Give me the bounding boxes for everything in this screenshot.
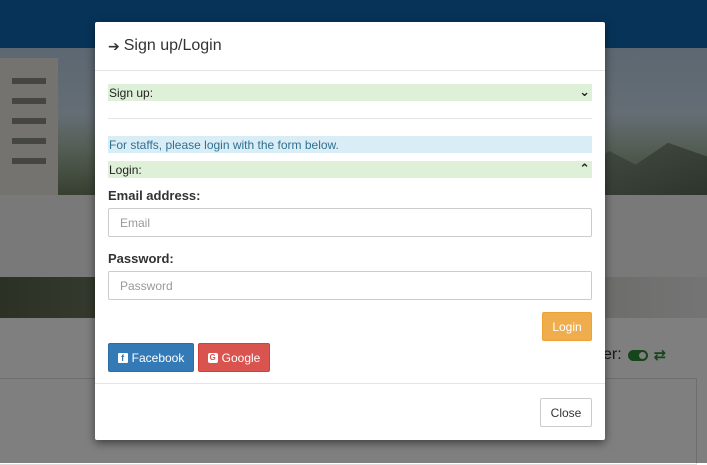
staff-notice-text: For staffs, please login with the form b…	[109, 137, 339, 152]
facebook-login-button[interactable]: f Facebook	[108, 343, 194, 372]
password-field[interactable]	[108, 271, 592, 300]
password-label: Password:	[108, 251, 174, 266]
login-modal: ➔ Sign up/Login Sign up: ⌄ For staffs, p…	[95, 22, 605, 440]
facebook-icon: f	[117, 352, 128, 363]
email-label: Email address:	[108, 188, 201, 203]
login-header-label: Login:	[109, 162, 142, 177]
section-divider	[108, 118, 592, 119]
modal-title: Sign up/Login	[123, 37, 222, 54]
staff-notice: For staffs, please login with the form b…	[108, 136, 592, 153]
signup-header-label: Sign up:	[109, 85, 154, 100]
login-button[interactable]: Login	[542, 312, 592, 341]
facebook-button-label: Facebook	[131, 350, 185, 365]
chevron-down-icon[interactable]: ⌄	[579, 84, 590, 100]
signup-section-header[interactable]: Sign up: ⌄	[108, 84, 592, 101]
google-login-button[interactable]: G Google	[198, 343, 270, 372]
email-field[interactable]	[108, 208, 592, 237]
chevron-up-icon[interactable]: ⌃	[579, 161, 590, 177]
google-icon: G	[207, 352, 218, 363]
close-button[interactable]: Close	[540, 398, 592, 427]
sign-in-icon: ➔	[108, 37, 120, 54]
modal-body: Sign up: ⌄ For staffs, please login with…	[95, 71, 605, 383]
login-section-header[interactable]: Login: ⌃	[108, 161, 592, 178]
modal-header: ➔ Sign up/Login	[95, 22, 605, 71]
modal-footer: Close	[95, 383, 605, 441]
google-button-label: Google	[221, 350, 261, 365]
